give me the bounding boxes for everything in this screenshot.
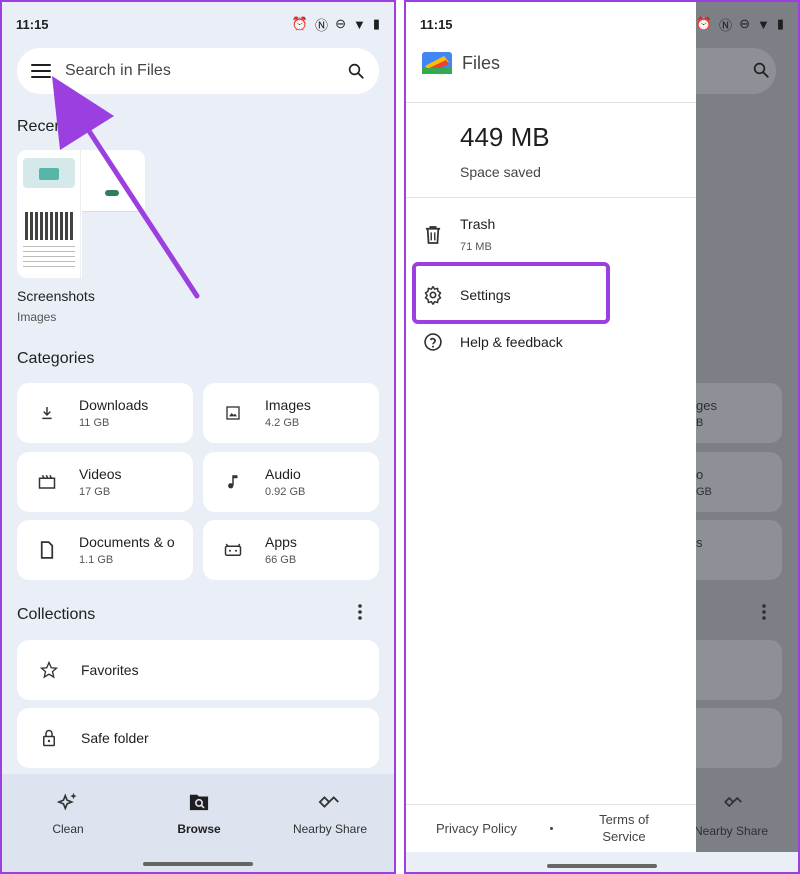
behind-label: s [696, 535, 703, 550]
navigation-drawer: 11:15 ⏰ Ⓝ ⊖ ▼ ▮ Files 449 MB Space saved… [406, 2, 784, 872]
settings-highlight-box [412, 262, 610, 324]
category-name: Images [265, 397, 311, 413]
category-size: 4.2 GB [265, 417, 300, 429]
screenshots-thumbnail[interactable] [17, 150, 145, 278]
categories-section-title: Categories [17, 350, 95, 367]
battery-icon: ▮ [776, 16, 784, 31]
terms-of-service-link[interactable]: Terms of Service [584, 811, 664, 845]
dnd-icon: ⊖ [335, 16, 346, 31]
behind-label: B [696, 417, 704, 429]
drawer-item-sub: 71 MB [460, 241, 492, 253]
gesture-bar [143, 862, 253, 866]
behind-label: o [696, 467, 704, 482]
collections-section-title: Collections [17, 606, 96, 623]
drawer-scrim[interactable]: ges B o GB s Nearby Share [666, 2, 798, 872]
nfc-icon: Ⓝ [315, 17, 329, 33]
collection-favorites[interactable]: Favorites [17, 640, 379, 700]
star-icon [39, 660, 59, 680]
files-drawer-screen: ges B o GB s Nearby Share 11:15 ⏰ Ⓝ ⊖ ▼ … [404, 0, 800, 874]
document-icon [37, 540, 57, 560]
collection-safe-folder[interactable]: Safe folder [17, 708, 379, 768]
search-bar[interactable]: Search in Files [17, 48, 379, 94]
files-browse-screen: 11:15 ⏰ Ⓝ ⊖ ▼ ▮ Search in Files Recent S… [0, 0, 396, 874]
category-name: Audio [265, 466, 301, 482]
wifi-icon: ▼ [756, 16, 770, 32]
category-name: Apps [265, 534, 297, 550]
nfc-icon: Ⓝ [719, 17, 733, 33]
help-icon [422, 331, 444, 353]
alarm-icon: ⏰ [291, 16, 309, 31]
sparkle-icon [57, 792, 77, 811]
category-audio[interactable]: Audio 0.92 GB [203, 452, 379, 512]
category-downloads[interactable]: Downloads 11 GB [17, 383, 193, 443]
category-size: 66 GB [265, 554, 297, 566]
category-name: Documents & other [79, 534, 175, 550]
drawer-item-label: Trash [460, 216, 496, 232]
nav-label: Clean [52, 822, 84, 836]
drawer-header: Files [422, 52, 500, 74]
gesture-bar [547, 864, 657, 868]
category-size: 11 GB [79, 417, 110, 429]
files-app-logo-icon [422, 52, 452, 74]
drawer-item-help[interactable]: Help & feedback [406, 324, 696, 360]
status-time: 11:15 [420, 16, 453, 32]
status-bar: 11:15 ⏰ Ⓝ ⊖ ▼ ▮ [406, 2, 798, 46]
category-size: 1.1 GB [79, 554, 114, 566]
collection-name: Favorites [81, 662, 139, 678]
status-bar: 11:15 ⏰ Ⓝ ⊖ ▼ ▮ [2, 2, 394, 46]
nav-clean[interactable]: Clean [13, 792, 123, 836]
drawer-footer: Privacy Policy Terms of Service [406, 804, 696, 852]
behind-label: Nearby Share [694, 824, 769, 838]
collection-name: Safe folder [81, 730, 149, 746]
nav-browse[interactable]: Browse [144, 792, 254, 836]
category-size: 0.92 GB [265, 486, 306, 498]
system-nav-strip [406, 852, 798, 872]
battery-icon: ▮ [372, 16, 380, 31]
nearby-share-icon [318, 796, 339, 808]
category-images[interactable]: Images 4.2 GB [203, 383, 379, 443]
recent-section-title: Recent [17, 118, 68, 135]
search-icon [753, 62, 769, 78]
video-icon [37, 472, 57, 492]
search-input[interactable]: Search in Files [65, 62, 347, 80]
behind-label: GB [696, 486, 712, 498]
category-size: 17 GB [79, 486, 111, 498]
category-name: Downloads [79, 397, 149, 413]
status-time: 11:15 [16, 16, 49, 32]
search-icon[interactable] [347, 62, 365, 80]
category-name: Videos [79, 466, 122, 482]
drawer-item-trash[interactable]: Trash 71 MB [406, 208, 696, 262]
alarm-icon: ⏰ [695, 16, 713, 31]
music-note-icon [223, 472, 243, 492]
browse-icon [189, 794, 209, 811]
drawer-app-name: Files [462, 52, 501, 73]
image-icon [223, 403, 243, 423]
trash-icon [422, 224, 444, 246]
more-vert-icon[interactable] [356, 603, 364, 621]
lock-icon [39, 728, 59, 748]
category-videos[interactable]: Videos 17 GB [17, 452, 193, 512]
space-saved-label: Space saved [460, 164, 541, 180]
bottom-navigation: Clean Browse Nearby Share [2, 774, 394, 872]
recent-item-title[interactable]: Screenshots [17, 288, 95, 304]
nearby-share-icon [724, 796, 742, 808]
android-icon [223, 540, 243, 560]
category-documents[interactable]: Documents & other 1.1 GB [17, 520, 193, 580]
behind-label: ges [696, 398, 717, 413]
privacy-policy-link[interactable]: Privacy Policy [436, 821, 517, 836]
wifi-icon: ▼ [352, 16, 366, 32]
drawer-item-label: Help & feedback [460, 334, 563, 350]
dnd-icon: ⊖ [739, 16, 750, 31]
category-apps[interactable]: Apps 66 GB [203, 520, 379, 580]
nav-nearby-share[interactable]: Nearby Share [275, 792, 385, 836]
recent-item-subtitle: Images [17, 310, 57, 324]
menu-icon[interactable] [31, 64, 51, 78]
nav-label: Browse [177, 822, 221, 836]
nav-label: Nearby Share [292, 822, 368, 836]
download-icon [37, 403, 57, 423]
more-vert-icon [762, 604, 766, 620]
space-saved-value: 449 MB [460, 122, 550, 152]
